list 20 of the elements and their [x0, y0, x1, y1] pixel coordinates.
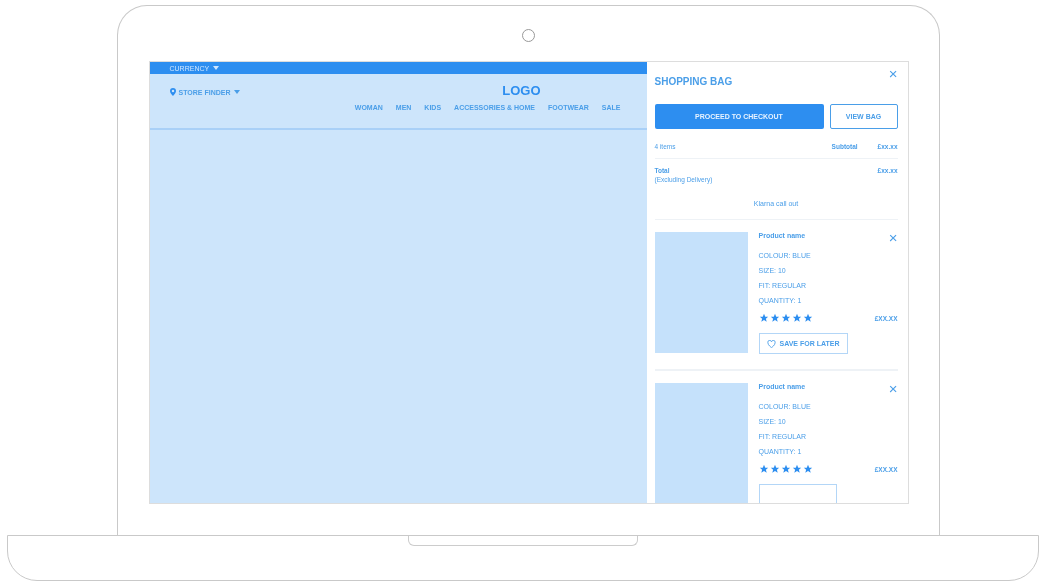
star-icon [780, 313, 791, 323]
star-icon [802, 313, 813, 323]
star-icon [769, 464, 780, 474]
logo[interactable]: LOGO [502, 83, 541, 98]
heart-icon [766, 339, 776, 348]
close-button[interactable]: × [888, 383, 898, 395]
star-icon [758, 464, 769, 474]
close-button[interactable]: × [888, 232, 898, 244]
star-icon [769, 313, 780, 323]
star-icon [758, 313, 769, 323]
close-button[interactable]: × [888, 68, 898, 80]
save-for-later-button[interactable] [758, 484, 837, 503]
caret-icon [233, 90, 240, 94]
star-icon [802, 464, 813, 474]
star-icon [780, 464, 791, 474]
star-icon [791, 464, 802, 474]
caret-icon [213, 66, 220, 70]
panel-title: SHOPPING BAG [654, 76, 733, 87]
star-icon [791, 313, 802, 323]
location-pin-icon [169, 88, 176, 96]
